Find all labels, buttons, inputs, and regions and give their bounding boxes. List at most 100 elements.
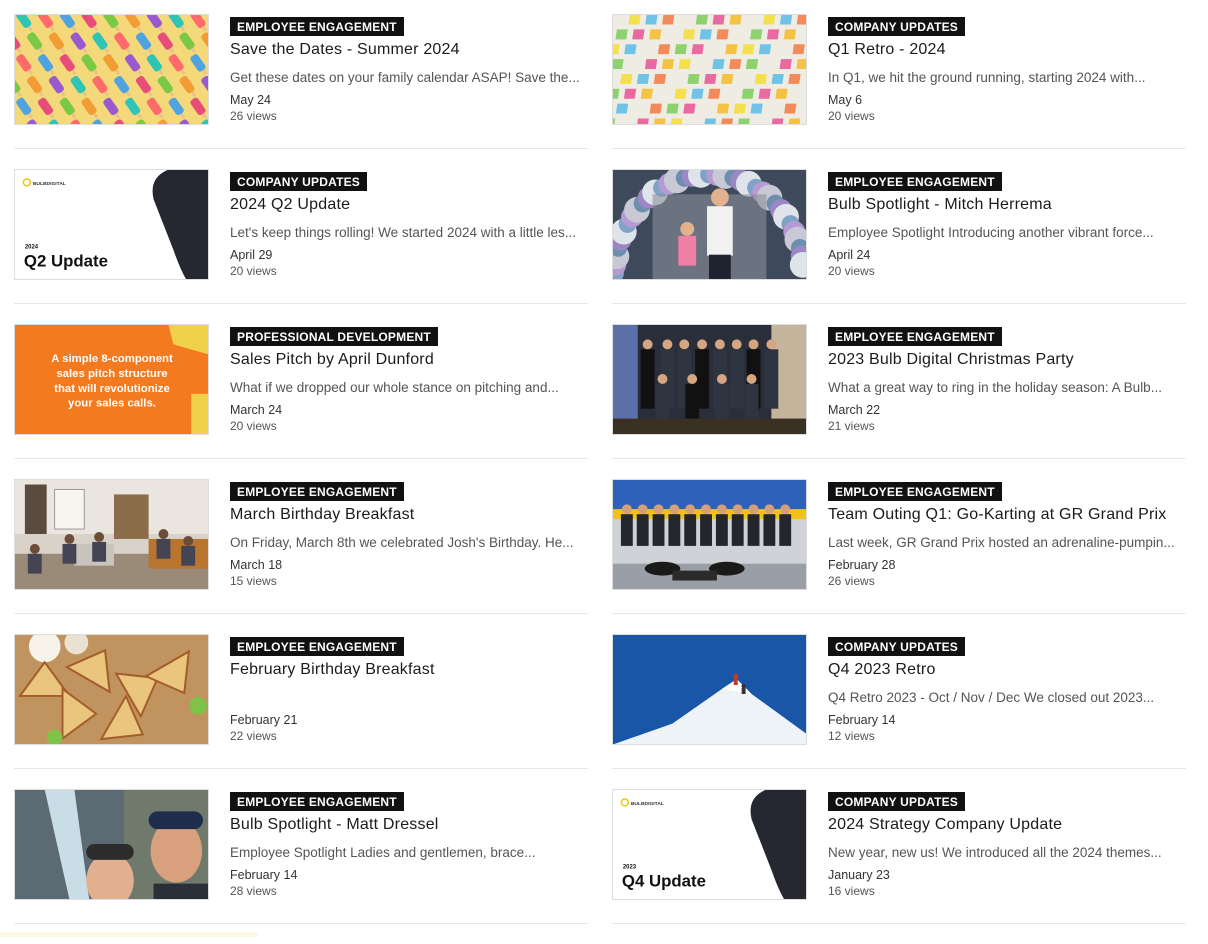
news-card[interactable]: EMPLOYEE ENGAGEMENT February Birthday Bre… xyxy=(14,634,588,789)
category-badge[interactable]: EMPLOYEE ENGAGEMENT xyxy=(230,792,404,811)
news-card[interactable]: COMPANY UPDATES Q4 2023 Retro Q4 Retro 202… xyxy=(612,634,1186,789)
news-card-info: COMPANY UPDATES Q4 2023 Retro Q4 Retro 202… xyxy=(828,637,1186,744)
view-count: 20 views xyxy=(828,109,875,123)
news-card-info: COMPANY UPDATES Q1 Retro - 2024 In Q1, we … xyxy=(828,17,1186,124)
card-divider xyxy=(14,923,588,924)
news-card-info: EMPLOYEE ENGAGEMENT Save the Dates - Summ… xyxy=(230,17,588,124)
news-card-info: EMPLOYEE ENGAGEMENT 2023 Bulb Digital Chr… xyxy=(828,327,1186,434)
news-title[interactable]: Save the Dates - Summer 2024 xyxy=(230,40,588,59)
news-excerpt: Employee Spotlight Ladies and gentlemen,… xyxy=(230,845,536,860)
category-badge[interactable]: EMPLOYEE ENGAGEMENT xyxy=(230,17,404,36)
news-card[interactable]: A simple 8-component sales pitch structur… xyxy=(14,324,588,479)
news-date: May 24 xyxy=(230,93,271,107)
news-card-info: EMPLOYEE ENGAGEMENT March Birthday Breakf… xyxy=(230,482,588,589)
category-badge[interactable]: PROFESSIONAL DEVELOPMENT xyxy=(230,327,438,346)
news-thumbnail[interactable] xyxy=(612,634,807,745)
news-card-info: EMPLOYEE ENGAGEMENT Team Outing Q1: Go-Ka… xyxy=(828,482,1186,589)
news-thumbnail[interactable] xyxy=(14,14,209,125)
news-excerpt: In Q1, we hit the ground running, starti… xyxy=(828,70,1146,85)
news-title[interactable]: 2023 Bulb Digital Christmas Party xyxy=(828,350,1186,369)
news-card[interactable]: COMPANY UPDATES Q1 Retro - 2024 In Q1, we … xyxy=(612,14,1186,169)
news-thumbnail[interactable] xyxy=(612,479,807,590)
news-excerpt: Get these dates on your family calendar … xyxy=(230,70,580,85)
news-card-info: COMPANY UPDATES 2024 Strategy Company Upd… xyxy=(828,792,1186,899)
view-count: 26 views xyxy=(828,574,875,588)
news-card[interactable]: EMPLOYEE ENGAGEMENT Save the Dates - Summ… xyxy=(14,14,588,169)
card-divider xyxy=(14,613,588,614)
news-title[interactable]: Sales Pitch by April Dunford xyxy=(230,350,588,369)
news-card[interactable]: EMPLOYEE ENGAGEMENT Team Outing Q1: Go-Ka… xyxy=(612,479,1186,634)
card-divider xyxy=(612,768,1186,769)
view-count: 21 views xyxy=(828,419,875,433)
news-title[interactable]: February Birthday Breakfast xyxy=(230,660,588,679)
news-card-info: EMPLOYEE ENGAGEMENT February Birthday Bre… xyxy=(230,637,588,744)
news-card[interactable]: EMPLOYEE ENGAGEMENT Bulb Spotlight - Mitc… xyxy=(612,169,1186,324)
news-date: April 29 xyxy=(230,248,273,262)
news-column-left: EMPLOYEE ENGAGEMENT Save the Dates - Summ… xyxy=(14,14,588,944)
category-badge[interactable]: EMPLOYEE ENGAGEMENT xyxy=(828,482,1002,501)
news-card-info: EMPLOYEE ENGAGEMENT Bulb Spotlight - Matt… xyxy=(230,792,588,899)
news-title[interactable]: Q1 Retro - 2024 xyxy=(828,40,1186,59)
card-divider xyxy=(14,458,588,459)
bottom-highlight xyxy=(0,932,258,937)
news-thumbnail[interactable] xyxy=(612,324,807,435)
card-divider xyxy=(14,148,588,149)
news-thumbnail[interactable]: BULBDIGITAL 2023 Q4 Update xyxy=(612,789,807,900)
news-title[interactable]: 2024 Q2 Update xyxy=(230,195,588,214)
news-card-info: PROFESSIONAL DEVELOPMENT Sales Pitch by A… xyxy=(230,327,588,434)
news-card[interactable]: EMPLOYEE ENGAGEMENT Bulb Spotlight - Matt… xyxy=(14,789,588,944)
news-excerpt xyxy=(230,689,588,706)
category-badge[interactable]: EMPLOYEE ENGAGEMENT xyxy=(828,172,1002,191)
news-date: February 28 xyxy=(828,558,896,572)
news-thumbnail[interactable] xyxy=(612,14,807,125)
news-excerpt: Q4 Retro 2023 - Oct / Nov / Dec We close… xyxy=(828,690,1155,705)
news-date: February 21 xyxy=(230,713,298,727)
news-excerpt: What a great way to ring in the holiday … xyxy=(828,380,1162,395)
category-badge[interactable]: COMPANY UPDATES xyxy=(828,637,966,656)
news-title[interactable]: Team Outing Q1: Go-Karting at GR Grand P… xyxy=(828,505,1186,524)
card-divider xyxy=(14,768,588,769)
category-badge[interactable]: EMPLOYEE ENGAGEMENT xyxy=(230,482,404,501)
svg-text:Q2 Update: Q2 Update xyxy=(24,252,108,271)
news-excerpt: Employee Spotlight Introducing another v… xyxy=(828,225,1154,240)
category-badge[interactable]: COMPANY UPDATES xyxy=(828,792,966,811)
news-title[interactable]: 2024 Strategy Company Update xyxy=(828,815,1186,834)
news-card[interactable]: BULBDIGITAL 2024 Q2 Update COMPANY UPDATES 2… xyxy=(14,169,588,324)
category-badge[interactable]: COMPANY UPDATES xyxy=(230,172,368,191)
news-date: April 24 xyxy=(828,248,871,262)
news-thumbnail[interactable]: A simple 8-component sales pitch structur… xyxy=(14,324,209,435)
svg-text:Q4 Update: Q4 Update xyxy=(622,872,706,891)
view-count: 12 views xyxy=(828,729,875,743)
news-thumbnail[interactable]: BULBDIGITAL 2024 Q2 Update xyxy=(14,169,209,280)
news-card[interactable]: EMPLOYEE ENGAGEMENT March Birthday Breakf… xyxy=(14,479,588,634)
news-date: March 24 xyxy=(230,403,283,417)
view-count: 22 views xyxy=(230,729,277,743)
svg-text:2023: 2023 xyxy=(623,865,637,871)
news-thumbnail[interactable] xyxy=(14,634,209,745)
category-badge[interactable]: EMPLOYEE ENGAGEMENT xyxy=(828,327,1002,346)
news-thumbnail[interactable] xyxy=(612,169,807,280)
card-divider xyxy=(14,303,588,304)
news-date: February 14 xyxy=(230,868,298,882)
news-excerpt: Let's keep things rolling! We started 20… xyxy=(230,225,577,240)
news-date: May 6 xyxy=(828,93,863,107)
view-count: 20 views xyxy=(230,264,277,278)
news-thumbnail[interactable] xyxy=(14,789,209,900)
category-badge[interactable]: EMPLOYEE ENGAGEMENT xyxy=(230,637,404,656)
svg-text:that will revolutionize: that will revolutionize xyxy=(54,383,170,395)
news-thumbnail[interactable] xyxy=(14,479,209,590)
news-card[interactable]: BULBDIGITAL 2023 Q4 Update COMPANY UPDATES 2… xyxy=(612,789,1186,944)
news-title[interactable]: Q4 2023 Retro xyxy=(828,660,1186,679)
card-divider xyxy=(612,613,1186,614)
news-column-right: COMPANY UPDATES Q1 Retro - 2024 In Q1, we … xyxy=(612,14,1186,944)
news-title[interactable]: March Birthday Breakfast xyxy=(230,505,588,524)
news-excerpt: New year, new us! We introduced all the … xyxy=(828,845,1162,860)
card-divider xyxy=(612,148,1186,149)
category-badge[interactable]: COMPANY UPDATES xyxy=(828,17,966,36)
news-title[interactable]: Bulb Spotlight - Matt Dressel xyxy=(230,815,588,834)
news-title[interactable]: Bulb Spotlight - Mitch Herrema xyxy=(828,195,1186,214)
svg-text:2024: 2024 xyxy=(25,245,39,251)
view-count: 16 views xyxy=(828,884,875,898)
news-card[interactable]: EMPLOYEE ENGAGEMENT 2023 Bulb Digital Chr… xyxy=(612,324,1186,479)
card-divider xyxy=(612,458,1186,459)
